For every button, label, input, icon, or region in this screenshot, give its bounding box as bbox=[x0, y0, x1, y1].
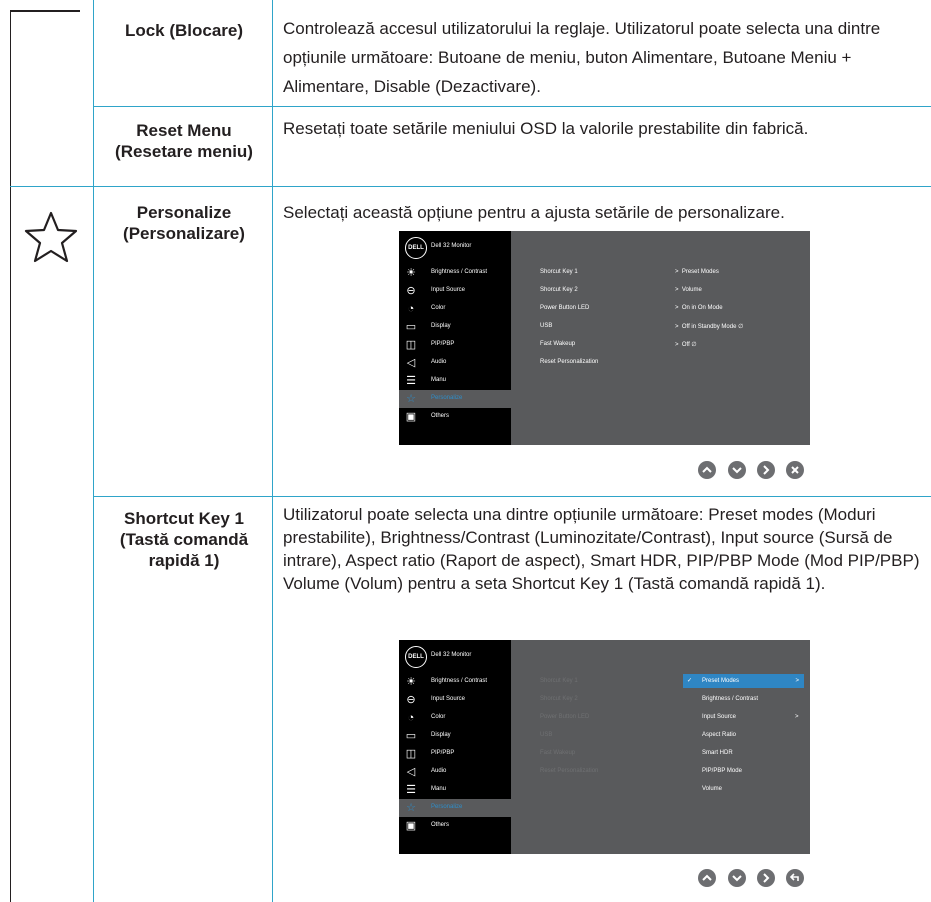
osd-setting: USB bbox=[540, 732, 553, 738]
pip-pbp-icon: ◫ bbox=[405, 748, 417, 760]
row-lock-desc: Controlează accesul utilizatorului la re… bbox=[283, 19, 881, 96]
osd-value: > On in On Mode bbox=[675, 305, 723, 311]
chevron-right-icon: > bbox=[795, 678, 799, 684]
osd-value: > Volume bbox=[675, 287, 702, 293]
dell-logo: DELL bbox=[405, 237, 427, 259]
osd-item-input: ⊖ Input Source bbox=[406, 285, 466, 297]
audio-icon: ◁ bbox=[406, 357, 416, 369]
osd-setting: Shorcut Key 2 bbox=[540, 696, 578, 702]
row-shortcut-desc: Utilizatorul poate selecta una dintre op… bbox=[283, 505, 920, 593]
osd-main-menu: DELL Dell 32 Monitor ☀ Brightness / Contr… bbox=[399, 640, 511, 854]
osd-setting: Fast Wakeup bbox=[540, 750, 576, 756]
display-icon: ▭ bbox=[405, 730, 417, 742]
osd-value: > Off ∅ bbox=[675, 342, 697, 348]
table-top-rule bbox=[10, 10, 80, 12]
up-button-icon bbox=[698, 461, 716, 479]
osd-item-display: ▭ Display bbox=[405, 730, 451, 742]
osd-setting: Shorcut Key 1 bbox=[540, 269, 578, 275]
down-button-icon bbox=[728, 461, 746, 479]
osd-screenshot-personalize: DELL Dell 32 Monitor ☀ Brightness / Contr… bbox=[399, 231, 810, 445]
row-lock-name: Lock (Blocare) bbox=[124, 21, 244, 40]
osd-item-color: ◔ Color bbox=[399, 709, 511, 727]
osd-setting: Reset Personalization bbox=[540, 359, 599, 365]
star-icon: ☆ bbox=[406, 393, 416, 405]
submenu-item: PIP/PBP Mode bbox=[702, 768, 742, 774]
row-divider-2 bbox=[10, 186, 931, 187]
eco-icon: ∅ bbox=[691, 342, 697, 348]
color-icon: ◔ bbox=[407, 303, 415, 315]
osd-item-personalize: ☆ Personalize bbox=[399, 799, 511, 817]
others-icon: ▣ bbox=[405, 820, 417, 832]
down-button-icon bbox=[728, 869, 746, 887]
osd-item-pip: ◫ PIP/PBP bbox=[405, 748, 455, 760]
input-source-icon: ⊖ bbox=[406, 285, 416, 297]
row-reset-name: Reset Menu (Resetare meniu) bbox=[115, 121, 253, 161]
osd-item-menu: ☰ Manu bbox=[406, 375, 447, 387]
osd-item-input: ⊖ Input Source bbox=[406, 694, 466, 706]
star-icon: ☆ bbox=[406, 802, 416, 814]
chevron-right-icon: > bbox=[795, 714, 799, 720]
osd-item-audio: ◁ Audio bbox=[406, 357, 447, 369]
row-reset-desc: Resetați toate setările meniului OSD la … bbox=[283, 119, 809, 138]
display-icon: ▭ bbox=[405, 321, 417, 333]
osd-title: Dell 32 Monitor bbox=[431, 652, 472, 658]
row-personalize-desc: Selectați această opțiune pentru a ajust… bbox=[283, 203, 785, 222]
osd-item-display: ▭ Display bbox=[405, 321, 451, 333]
row-divider-1 bbox=[93, 106, 931, 107]
others-icon: ▣ bbox=[405, 411, 417, 423]
submenu-item: Brightness / Contrast bbox=[702, 696, 759, 702]
eco-icon: ∅ bbox=[738, 324, 744, 330]
submenu-item: Aspect Ratio bbox=[702, 732, 737, 738]
menu-icon: ☰ bbox=[406, 784, 416, 796]
osd-item-others: ▣ Others bbox=[405, 411, 450, 423]
osd-item-brightness: ☀ Brightness / Contrast bbox=[406, 676, 488, 688]
osd-setting: Fast Wakeup bbox=[540, 341, 576, 347]
submenu-item: Volume bbox=[702, 786, 723, 792]
audio-icon: ◁ bbox=[406, 766, 416, 778]
row-personalize-name: Personalize (Personalizare) bbox=[123, 203, 245, 243]
osd-item-color: ◔ Color bbox=[399, 300, 511, 318]
row-shortcut-name: Shortcut Key 1 (Tastă comandă rapidă 1) bbox=[119, 509, 249, 570]
osd-value: > Preset Modes bbox=[675, 269, 719, 275]
dell-logo: DELL bbox=[405, 646, 427, 668]
submenu-item: Smart HDR bbox=[702, 750, 733, 756]
osd-setting: Shorcut Key 1 bbox=[540, 678, 578, 684]
osd-item-personalize: ☆ Personalize bbox=[399, 390, 511, 408]
color-icon: ◔ bbox=[407, 712, 415, 724]
osd-item-pip: ◫ PIP/PBP bbox=[405, 339, 455, 351]
osd-item-audio: ◁ Audio bbox=[406, 766, 447, 778]
right-button-icon bbox=[757, 461, 775, 479]
row-divider-3 bbox=[93, 496, 931, 497]
column-divider-1 bbox=[93, 0, 94, 902]
osd-title: Dell 32 Monitor bbox=[431, 243, 472, 249]
star-icon bbox=[24, 211, 78, 263]
osd-setting: USB bbox=[540, 323, 553, 329]
osd-setting: Reset Personalization bbox=[540, 768, 599, 774]
osd-value: > Off in Standby Mode ∅ bbox=[675, 324, 744, 330]
up-button-icon bbox=[698, 869, 716, 887]
osd-setting: Power Button LED bbox=[540, 305, 590, 311]
check-icon: ✓ bbox=[687, 678, 693, 684]
back-button-icon bbox=[786, 869, 804, 887]
osd-item-menu: ☰ Manu bbox=[406, 784, 447, 796]
brightness-icon: ☀ bbox=[406, 676, 416, 688]
osd-screenshot-shortcut: DELL Dell 32 Monitor ☀ Brightness / Contr… bbox=[399, 640, 810, 854]
column-divider-2 bbox=[272, 0, 273, 902]
osd-setting: Power Button LED bbox=[540, 714, 590, 720]
osd-main-menu: DELL Dell 32 Monitor ☀ Brightness / Contr… bbox=[399, 231, 511, 445]
close-button-icon bbox=[786, 461, 804, 479]
osd-item-others: ▣ Others bbox=[405, 820, 450, 832]
submenu-item-selected: ✓ Preset Modes > bbox=[683, 674, 804, 688]
menu-icon: ☰ bbox=[406, 375, 416, 387]
right-button-icon bbox=[757, 869, 775, 887]
submenu-item: Input Source bbox=[702, 714, 737, 720]
table-left-border bbox=[10, 10, 11, 902]
osd-item-brightness: ☀ Brightness / Contrast bbox=[406, 267, 488, 279]
input-source-icon: ⊖ bbox=[406, 694, 416, 706]
brightness-icon: ☀ bbox=[406, 267, 416, 279]
osd-setting: Shorcut Key 2 bbox=[540, 287, 578, 293]
pip-pbp-icon: ◫ bbox=[405, 339, 417, 351]
